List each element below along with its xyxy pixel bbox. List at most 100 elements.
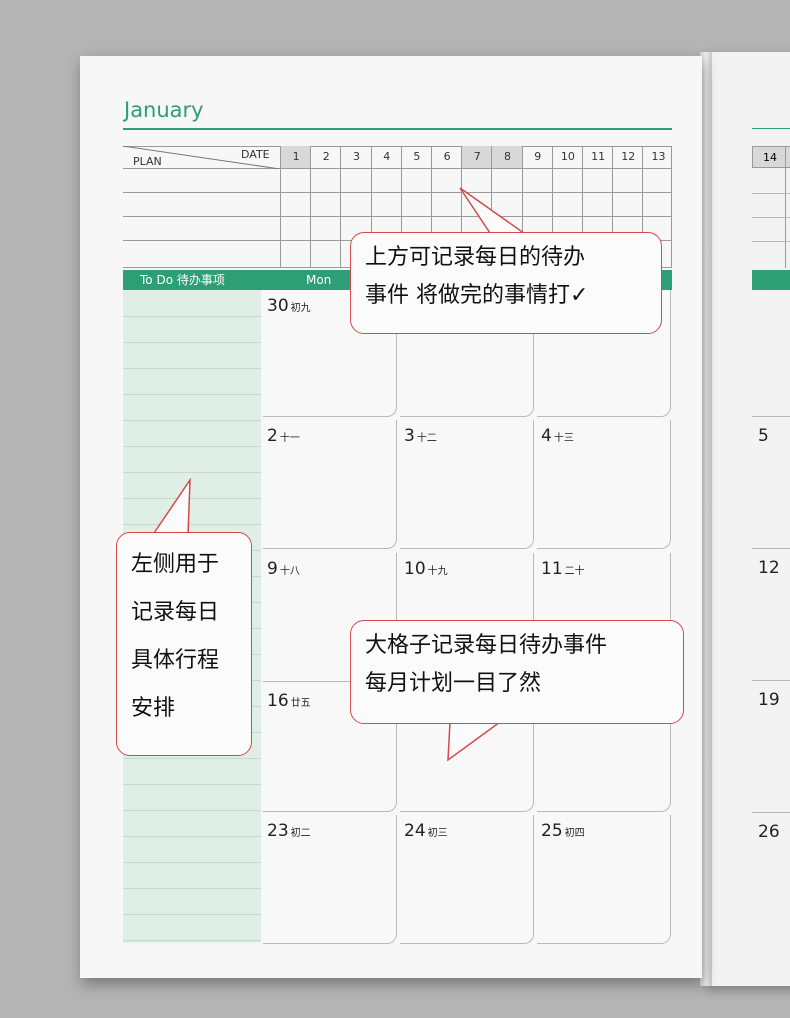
calendar-cell[interactable]: 4 十三 (537, 420, 671, 549)
plan-grid-column (310, 168, 312, 268)
day-number: 16 廿五 (267, 691, 311, 711)
todo-label: To Do 待办事项 (140, 273, 225, 287)
callout-left-tail (150, 478, 191, 538)
callout-left-line-4: 安排 (131, 696, 176, 721)
right-row-line (752, 812, 790, 813)
day-number: 9 十八 (267, 559, 300, 579)
right-grid-line (752, 217, 790, 218)
todo-line (123, 940, 261, 941)
date-cell: 5 (400, 146, 432, 168)
date-cell: 10 (551, 146, 583, 168)
date-cell: 2 (310, 146, 341, 168)
callout-top-line-2: 事件 将做完的事情打✓ (365, 283, 589, 308)
plan-grid-column (280, 168, 281, 268)
right-row-line (752, 416, 790, 417)
right-day-number: 26 (758, 822, 780, 842)
day-value: 24 (404, 821, 426, 841)
day-value: 3 (404, 426, 415, 446)
date-cell: 6 (431, 146, 462, 168)
date-cell: 7 (461, 146, 493, 168)
right-day-number: 19 (758, 690, 780, 710)
right-grid-col (785, 146, 786, 268)
callout-top-line-1: 上方可记录每日的待办 (365, 245, 586, 270)
calendar-cell[interactable]: 24 初三 (400, 815, 534, 944)
todo-line (123, 758, 261, 759)
day-value: 23 (267, 821, 289, 841)
callout-top-tail (459, 187, 530, 238)
day-number: 23 初二 (267, 821, 311, 841)
todo-line (123, 342, 261, 343)
day-value: 25 (541, 821, 563, 841)
day-number: 30 初九 (267, 296, 311, 316)
lunar-date: 初三 (427, 828, 448, 839)
date-cell: 1 (280, 146, 312, 168)
lunar-date: 二十 (564, 566, 585, 577)
day-value: 9 (267, 559, 278, 579)
date-cell: 13 (642, 146, 673, 168)
todo-line (123, 914, 261, 915)
callout-bottom-tail (447, 720, 503, 762)
lunar-date: 十一 (279, 433, 300, 444)
month-rule (123, 128, 672, 130)
todo-line (123, 368, 261, 369)
date-cell: 4 (370, 146, 402, 168)
callout-top: 上方可记录每日的待办 事件 将做完的事情打✓ (350, 232, 662, 334)
todo-line (123, 784, 261, 785)
lunar-date: 初九 (290, 303, 311, 314)
date-cell: 8 (491, 146, 523, 168)
day-number: 4 十三 (541, 426, 574, 446)
day-number: 2 十一 (267, 426, 300, 446)
todo-line (123, 888, 261, 889)
day-number: 25 初四 (541, 821, 585, 841)
lunar-date: 十九 (427, 566, 448, 577)
calendar-cell[interactable]: 23 初二 (263, 815, 397, 944)
todo-line (123, 316, 261, 317)
right-day-number: 12 (758, 558, 780, 578)
day-value: 2 (267, 426, 278, 446)
day-value: 30 (267, 296, 289, 316)
day-number: 24 初三 (404, 821, 448, 841)
right-green-bar (752, 270, 790, 290)
todo-line (123, 446, 261, 447)
lunar-date: 廿五 (290, 698, 311, 709)
weekday-mon: Mon (306, 273, 332, 287)
lunar-date: 初二 (290, 828, 311, 839)
right-day-number: 5 (758, 426, 769, 446)
todo-line (123, 862, 261, 863)
lunar-date: 十三 (553, 433, 574, 444)
day-value: 4 (541, 426, 552, 446)
calendar-cell[interactable]: 2 十一 (263, 420, 397, 549)
callout-left-line-1: 左侧用于 (131, 552, 220, 577)
right-page-rule (752, 128, 790, 129)
calendar-cell[interactable]: 25 初四 (537, 815, 671, 944)
callout-bottom: 大格子记录每日待办事件 每月计划一目了然 (350, 620, 684, 724)
callout-bottom-line-2: 每月计划一目了然 (365, 671, 542, 696)
month-title: January (124, 98, 204, 122)
lunar-date: 十二 (416, 433, 437, 444)
date-cell: 12 (612, 146, 643, 168)
todo-line (123, 472, 261, 473)
todo-line (123, 420, 261, 421)
plan-grid-column (340, 168, 342, 268)
date-cell: 11 (582, 146, 613, 168)
day-number: 11 二十 (541, 559, 585, 579)
callout-bottom-line-1: 大格子记录每日待办事件 (365, 633, 608, 658)
right-row-line (752, 680, 790, 681)
day-value: 11 (541, 559, 563, 579)
todo-line (123, 394, 261, 395)
right-grid-line (752, 193, 790, 194)
callout-left-line-3: 具体行程 (131, 648, 220, 673)
lunar-date: 十八 (279, 566, 300, 577)
date-label: DATE (241, 148, 270, 161)
date-cell: 9 (521, 146, 553, 168)
todo-line (123, 810, 261, 811)
calendar-cell[interactable]: 3 十二 (400, 420, 534, 549)
day-value: 16 (267, 691, 289, 711)
day-number: 10 十九 (404, 559, 448, 579)
callout-left: 左侧用于 记录每日 具体行程 安排 (116, 532, 252, 756)
day-number: 3 十二 (404, 426, 437, 446)
callout-left-line-2: 记录每日 (131, 600, 220, 625)
plan-label: PLAN (133, 155, 162, 168)
lunar-date: 初四 (564, 828, 585, 839)
right-grid-line (752, 241, 790, 242)
